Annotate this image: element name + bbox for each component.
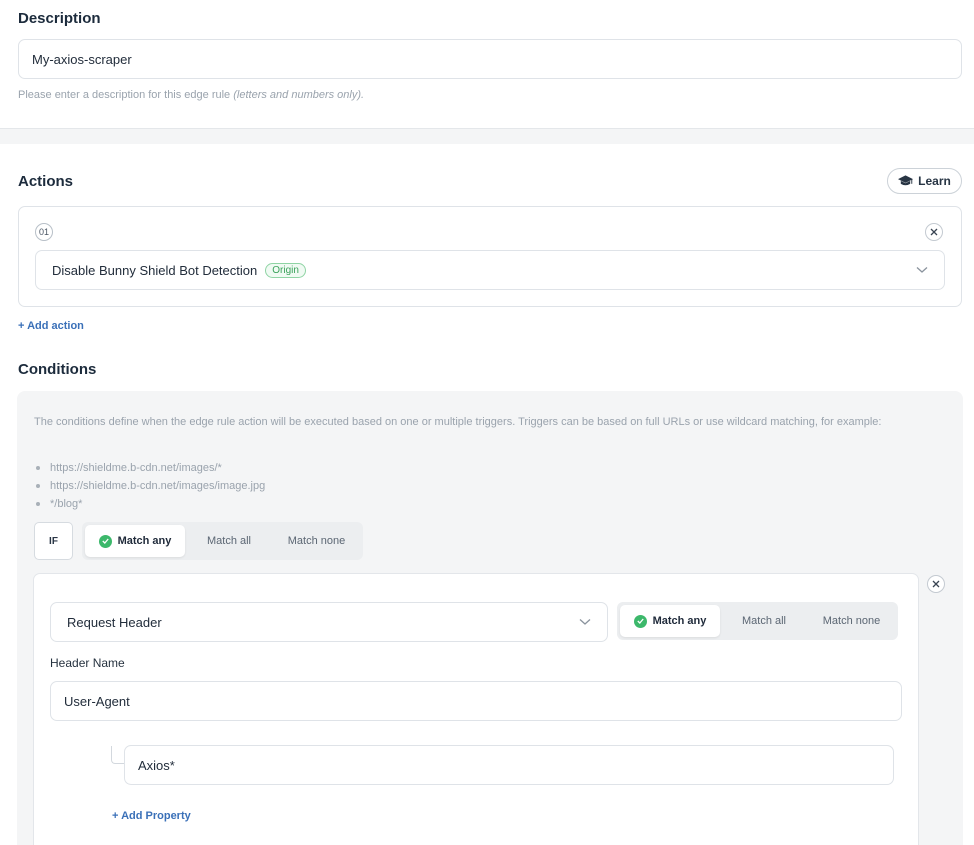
- match-none-button[interactable]: Match none: [273, 525, 360, 557]
- trigger-type-select[interactable]: Request Header: [50, 602, 608, 642]
- example-item: https://shieldme.b-cdn.net/images/*: [34, 459, 265, 477]
- trigger-type-value: Request Header: [67, 614, 162, 630]
- match-any-label: Match any: [117, 535, 172, 547]
- description-hint-text: Please enter a description for this edge…: [18, 89, 231, 101]
- chevron-down-icon: [579, 619, 591, 625]
- conditions-title: Conditions: [18, 361, 97, 378]
- trigger-match-any-label: Match any: [652, 615, 707, 627]
- property-tree-connector: [111, 746, 124, 764]
- header-name-value: User-Agent: [64, 693, 130, 709]
- section-divider: [0, 128, 974, 144]
- description-hint: Please enter a description for this edge…: [18, 89, 364, 101]
- examples-list: https://shieldme.b-cdn.net/images/* http…: [34, 459, 265, 513]
- description-input[interactable]: My-axios-scraper: [18, 39, 962, 79]
- close-icon: [930, 228, 938, 236]
- property-value-input[interactable]: Axios*: [124, 745, 894, 785]
- add-action-link[interactable]: + Add action: [18, 320, 84, 332]
- action-select[interactable]: Disable Bunny Shield Bot Detection Origi…: [35, 250, 945, 290]
- check-icon: [98, 534, 112, 548]
- if-label: IF: [34, 522, 73, 560]
- description-title: Description: [18, 10, 101, 27]
- action-select-value: Disable Bunny Shield Bot Detection: [52, 262, 258, 278]
- condition-match-toggle: Match any Match all Match none: [82, 522, 363, 560]
- description-input-value: My-axios-scraper: [32, 51, 132, 67]
- property-value: Axios*: [138, 757, 175, 773]
- close-icon: [932, 580, 940, 588]
- trigger-match-toggle: Match any Match all Match none: [617, 602, 898, 640]
- example-item: */blog*: [34, 495, 265, 513]
- action-number-badge: 01: [35, 223, 53, 241]
- header-name-input[interactable]: User-Agent: [50, 681, 902, 721]
- trigger-match-all-button[interactable]: Match all: [720, 605, 808, 637]
- add-property-link[interactable]: + Add Property: [112, 810, 191, 822]
- check-icon: [633, 614, 647, 628]
- actions-title: Actions: [18, 173, 74, 190]
- example-item: https://shieldme.b-cdn.net/images/image.…: [34, 477, 265, 495]
- header-name-label: Header Name: [50, 656, 125, 670]
- match-all-button[interactable]: Match all: [185, 525, 273, 557]
- remove-condition-button[interactable]: [927, 575, 945, 593]
- trigger-match-none-button[interactable]: Match none: [808, 605, 895, 637]
- chevron-down-icon: [916, 267, 928, 273]
- description-hint-italic: (letters and numbers only).: [233, 89, 365, 101]
- graduation-cap-icon: [898, 175, 914, 186]
- learn-button[interactable]: Learn: [887, 168, 962, 194]
- origin-badge: Origin: [265, 262, 306, 278]
- conditions-description: The conditions define when the edge rule…: [34, 416, 882, 428]
- trigger-match-any-button[interactable]: Match any: [620, 605, 720, 637]
- remove-action-button[interactable]: [925, 223, 943, 241]
- match-any-button[interactable]: Match any: [85, 525, 185, 557]
- learn-button-label: Learn: [918, 174, 951, 188]
